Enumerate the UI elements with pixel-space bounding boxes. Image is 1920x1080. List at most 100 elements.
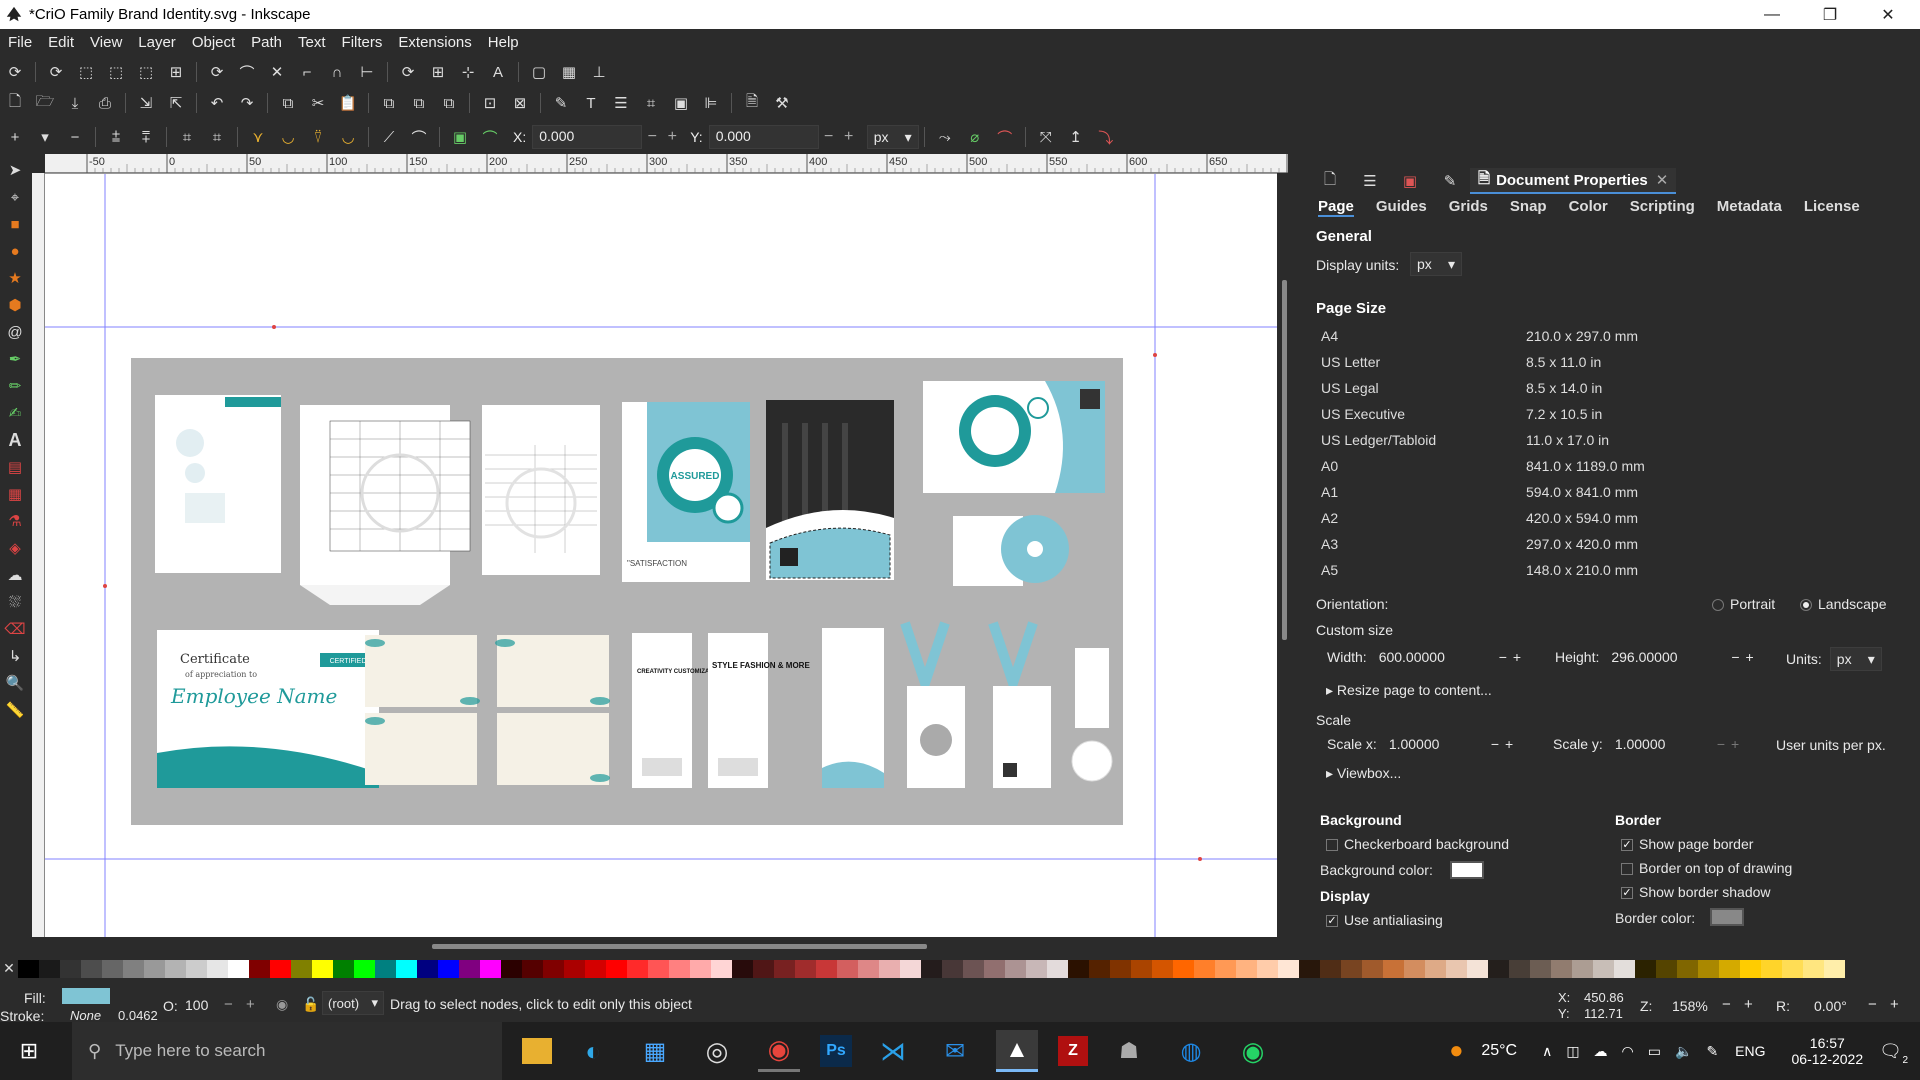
snap-center-icon[interactable]: ⊞ xyxy=(427,61,449,83)
clock[interactable]: 16:57 06-12-2022 xyxy=(1792,1035,1864,1067)
ungroup-icon[interactable]: ⊠ xyxy=(509,92,531,114)
taskbar-search[interactable]: ⚲ Type here to search xyxy=(72,1022,502,1080)
snap-nodes-icon[interactable]: ⟳ xyxy=(206,61,228,83)
page-size-item[interactable]: A1 594.0 x 841.0 mm xyxy=(1321,484,1841,500)
palette-swatch[interactable] xyxy=(1068,960,1089,978)
palette-swatch[interactable] xyxy=(585,960,606,978)
layers-icon[interactable]: ☰ xyxy=(610,92,632,114)
smooth-node-icon[interactable]: ◡ xyxy=(277,126,299,148)
palette-swatch[interactable] xyxy=(1320,960,1341,978)
scale-x-input[interactable]: 1.00000 xyxy=(1385,734,1485,754)
tab-snap[interactable]: Snap xyxy=(1510,198,1547,217)
menu-object[interactable]: Object xyxy=(184,34,243,51)
palette-swatch[interactable] xyxy=(1593,960,1614,978)
spray-tool-icon[interactable]: ⛆ xyxy=(4,591,26,613)
stroke-width-value[interactable]: 0.0462 xyxy=(118,1008,158,1023)
inkscape-taskbar-icon[interactable]: ▲ xyxy=(996,1030,1038,1072)
opacity-decrement[interactable]: − xyxy=(224,996,233,1013)
rotation-increment[interactable]: + xyxy=(1890,996,1899,1013)
page-size-item[interactable]: A3 297.0 x 420.0 mm xyxy=(1321,536,1841,552)
snap-smooth-icon[interactable]: ∩ xyxy=(326,61,348,83)
copy-icon[interactable]: ⧉ xyxy=(277,92,299,114)
print-icon[interactable]: ⎙ xyxy=(94,92,116,114)
palette-swatch[interactable] xyxy=(501,960,522,978)
palette-swatch[interactable] xyxy=(1173,960,1194,978)
snap-bbox-center-icon[interactable]: ⊞ xyxy=(165,61,187,83)
show-transform-handles-icon[interactable]: ⤧ xyxy=(1035,126,1057,148)
measure-tool-icon[interactable]: 📏 xyxy=(4,699,26,721)
node-x-increment[interactable]: + xyxy=(662,128,682,146)
whatsapp-icon[interactable]: ◉ xyxy=(1232,1030,1274,1072)
volume-icon[interactable]: 🔈 xyxy=(1675,1043,1692,1060)
paint-bucket-tool-icon[interactable]: ◈ xyxy=(4,537,26,559)
landscape-radio[interactable]: Landscape xyxy=(1800,596,1887,612)
insert-dropdown-icon[interactable]: ▾ xyxy=(34,126,56,148)
objects-dock-icon[interactable]: ☰ xyxy=(1359,170,1381,192)
checkerboard-checkbox[interactable]: Checkerboard background xyxy=(1326,836,1509,852)
palette-swatch[interactable] xyxy=(123,960,144,978)
palette-swatch[interactable] xyxy=(1551,960,1572,978)
background-color-swatch[interactable] xyxy=(1450,861,1484,879)
palette-swatch[interactable] xyxy=(669,960,690,978)
palette-swatch[interactable] xyxy=(207,960,228,978)
tab-page[interactable]: Page xyxy=(1318,198,1354,217)
text-font-icon[interactable]: T xyxy=(580,92,602,114)
text-tool-icon[interactable]: A xyxy=(4,429,26,451)
stroke-value[interactable]: None xyxy=(70,1008,101,1023)
menu-path[interactable]: Path xyxy=(243,34,290,51)
menu-view[interactable]: View xyxy=(82,34,130,51)
menu-file[interactable]: File xyxy=(0,34,40,51)
palette-swatch[interactable] xyxy=(1635,960,1656,978)
snap-bbox-edge-icon[interactable]: ⬚ xyxy=(75,61,97,83)
palette-swatch[interactable] xyxy=(270,960,291,978)
snap-midpoint-icon[interactable]: ⊢ xyxy=(356,61,378,83)
palette-swatch[interactable] xyxy=(1005,960,1026,978)
height-input[interactable]: 296.00000 xyxy=(1607,647,1725,667)
palette-swatch[interactable] xyxy=(1614,960,1635,978)
scale-x-increment[interactable]: + xyxy=(1505,736,1513,752)
node-unit-dropdown[interactable]: px ▾ xyxy=(866,125,919,149)
width-decrement[interactable]: − xyxy=(1499,649,1507,665)
palette-swatch[interactable] xyxy=(1740,960,1761,978)
tab-license[interactable]: License xyxy=(1804,198,1860,217)
palette-swatch[interactable] xyxy=(732,960,753,978)
menu-extensions[interactable]: Extensions xyxy=(390,34,479,51)
layer-dropdown[interactable]: (root) ▾ xyxy=(322,991,384,1015)
tab-metadata[interactable]: Metadata xyxy=(1717,198,1782,217)
photoshop-icon[interactable]: Ps xyxy=(820,1035,852,1067)
palette-swatch[interactable] xyxy=(354,960,375,978)
tab-document-properties[interactable]: 🗎 Document Properties ✕ xyxy=(1470,168,1677,194)
border-color-swatch[interactable] xyxy=(1710,908,1744,926)
snap-page-icon[interactable]: ▢ xyxy=(528,61,550,83)
units-dropdown[interactable]: px ▾ xyxy=(1829,647,1882,671)
snap-path-icon[interactable]: ⌒ xyxy=(236,61,258,83)
import-icon[interactable]: ⇲ xyxy=(135,92,157,114)
group-icon[interactable]: ⊡ xyxy=(479,92,501,114)
palette-swatch[interactable] xyxy=(711,960,732,978)
edge-browser-icon[interactable]: ◐ xyxy=(572,1030,614,1072)
palette-swatch[interactable] xyxy=(1824,960,1845,978)
palette-swatch[interactable] xyxy=(1698,960,1719,978)
page-size-item[interactable]: US Legal 8.5 x 14.0 in xyxy=(1321,380,1841,396)
clone-icon[interactable]: ⧉ xyxy=(408,92,430,114)
palette-swatch[interactable] xyxy=(690,960,711,978)
paste-icon[interactable]: 📋 xyxy=(337,92,359,114)
rotation-input[interactable]: 0.00° xyxy=(1814,998,1847,1014)
calligraphy-tool-icon[interactable]: ✍ xyxy=(4,402,26,424)
app-icon[interactable]: ☗ xyxy=(1108,1030,1150,1072)
palette-swatch[interactable] xyxy=(1236,960,1257,978)
palette-swatch[interactable] xyxy=(1299,960,1320,978)
mail-icon[interactable]: ✉ xyxy=(934,1030,976,1072)
opacity-increment[interactable]: + xyxy=(246,996,255,1013)
opacity-input[interactable]: 100 xyxy=(185,997,221,1013)
welcome-card-1[interactable] xyxy=(497,635,609,707)
layer-visibility-icon[interactable]: ◉ xyxy=(276,996,288,1013)
snap-bbox-midpoint-icon[interactable]: ⬚ xyxy=(135,61,157,83)
new-document-icon[interactable]: 🗋 xyxy=(4,92,26,114)
snap-bbox-corner-icon[interactable]: ⬚ xyxy=(105,61,127,83)
palette-swatch[interactable] xyxy=(1131,960,1152,978)
viewbox-expander[interactable]: ▸ Viewbox... xyxy=(1326,765,1401,782)
height-increment[interactable]: + xyxy=(1746,649,1754,665)
palette-swatch[interactable] xyxy=(1110,960,1131,978)
node-tool-icon[interactable]: ⌖ xyxy=(4,186,26,208)
